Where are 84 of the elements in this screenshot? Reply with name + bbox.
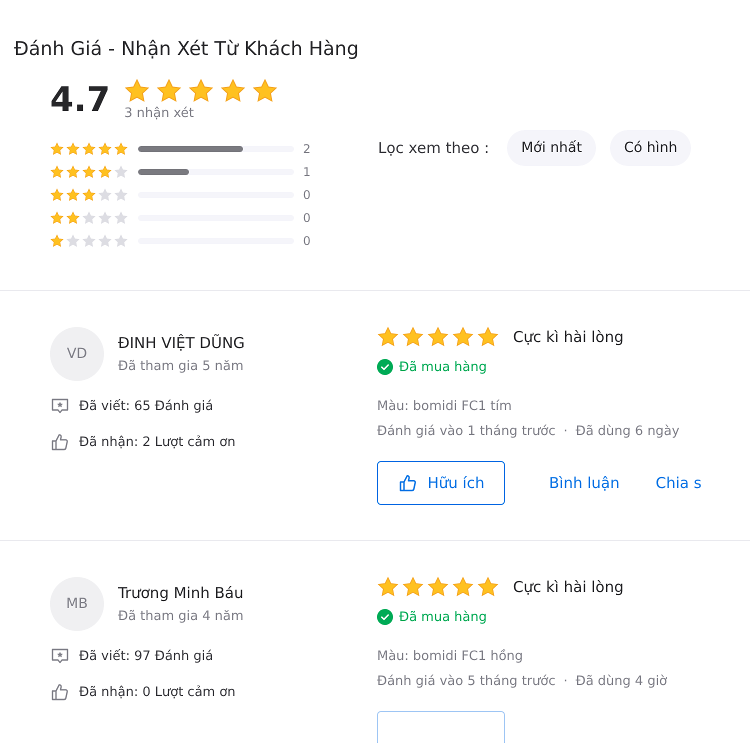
product-variant: Màu: bomidi FC1 tím: [377, 398, 512, 416]
empty-star-icon: [66, 234, 80, 248]
section-title: Đánh Giá - Nhận Xét Từ Khách Hàng: [13, 37, 360, 62]
thanks-count: Đã nhận: 0 Lượt cảm ơn: [79, 684, 236, 700]
rating-count: 0: [303, 234, 311, 248]
star-icon: [82, 188, 96, 202]
check-circle-icon: [377, 359, 393, 375]
rating-count: 0: [303, 188, 311, 202]
star-icon: [252, 78, 278, 104]
filter-chip[interactable]: Mới nhất: [507, 130, 596, 166]
star-icon: [98, 142, 112, 156]
empty-star-icon: [82, 211, 96, 225]
rating-count: 1: [303, 165, 311, 179]
empty-star-icon: [98, 211, 112, 225]
written-count: Đã viết: 65 Đánh giá: [79, 398, 214, 414]
star-icon: [427, 326, 449, 348]
star-icon: [124, 78, 150, 104]
star-icon: [402, 576, 424, 598]
empty-star-icon: [82, 234, 96, 248]
star-icon: [66, 211, 80, 225]
check-circle-icon: [377, 609, 393, 625]
filter-chip[interactable]: Có hình: [610, 130, 692, 166]
reviewer-name: Trương Minh Báu: [118, 583, 244, 604]
star-icon: [66, 142, 80, 156]
rating-verdict: Cực kì hài lòng: [513, 578, 624, 596]
star-icon: [82, 142, 96, 156]
star-icon: [82, 165, 96, 179]
empty-star-icon: [98, 188, 112, 202]
star-icon: [50, 165, 64, 179]
joined-text: Đã tham gia 5 năm: [118, 358, 245, 376]
thanks-count: Đã nhận: 2 Lượt cảm ơn: [79, 434, 236, 450]
star-icon: [477, 326, 499, 348]
product-variant: Màu: bomidi FC1 hồng: [377, 648, 524, 666]
message-star-icon: [50, 396, 70, 416]
star-icon: [66, 165, 80, 179]
empty-star-icon: [114, 211, 128, 225]
star-icon: [452, 326, 474, 348]
usage-time: Đã dùng 6 ngày: [576, 423, 680, 441]
review-date: Đánh giá vào 1 tháng trước: [377, 423, 556, 441]
helpful-button[interactable]: Hữu ích: [377, 461, 505, 505]
separator-dot: ·: [563, 423, 568, 441]
star-icon: [427, 576, 449, 598]
review-date: Đánh giá vào 5 tháng trước: [377, 673, 556, 691]
avatar: MB: [50, 577, 104, 631]
star-icon: [156, 78, 182, 104]
star-icon: [50, 142, 64, 156]
star-icon: [402, 326, 424, 348]
empty-star-icon: [114, 234, 128, 248]
joined-text: Đã tham gia 4 năm: [118, 608, 244, 626]
rating-score: 4.7: [50, 79, 110, 122]
star-icon: [377, 576, 399, 598]
rating-count: 2: [303, 142, 311, 156]
empty-star-icon: [114, 165, 128, 179]
star-icon: [66, 188, 80, 202]
rating-verdict: Cực kì hài lòng: [513, 328, 624, 346]
rating-count: 0: [303, 211, 311, 225]
star-icon: [220, 78, 246, 104]
star-icon: [452, 576, 474, 598]
star-icon: [50, 188, 64, 202]
thumbs-up-icon: [50, 682, 70, 702]
purchased-label: Đã mua hàng: [399, 360, 487, 374]
empty-star-icon: [114, 188, 128, 202]
reviewer-name: ĐINH VIỆT DŨNG: [118, 333, 245, 354]
star-icon: [50, 211, 64, 225]
review-count: 3 nhận xét: [124, 105, 195, 123]
star-icon: [114, 142, 128, 156]
star-icon: [377, 326, 399, 348]
purchased-label: Đã mua hàng: [399, 610, 487, 624]
star-icon: [477, 576, 499, 598]
message-star-icon: [50, 646, 70, 666]
thumbs-up-icon: [50, 432, 70, 452]
star-icon: [188, 78, 214, 104]
action-link[interactable]: Chia s: [656, 474, 702, 492]
avatar: VD: [50, 327, 104, 381]
action-link[interactable]: Bình luận: [549, 474, 620, 492]
written-count: Đã viết: 97 Đánh giá: [79, 648, 214, 664]
helpful-button[interactable]: [377, 711, 505, 743]
usage-time: Đã dùng 4 giờ: [576, 673, 668, 691]
star-icon: [50, 234, 64, 248]
thumbs-up-icon: [398, 473, 418, 493]
filter-label: Lọc xem theo :: [378, 139, 490, 157]
star-icon: [98, 165, 112, 179]
empty-star-icon: [98, 234, 112, 248]
separator-dot: ·: [563, 673, 568, 691]
